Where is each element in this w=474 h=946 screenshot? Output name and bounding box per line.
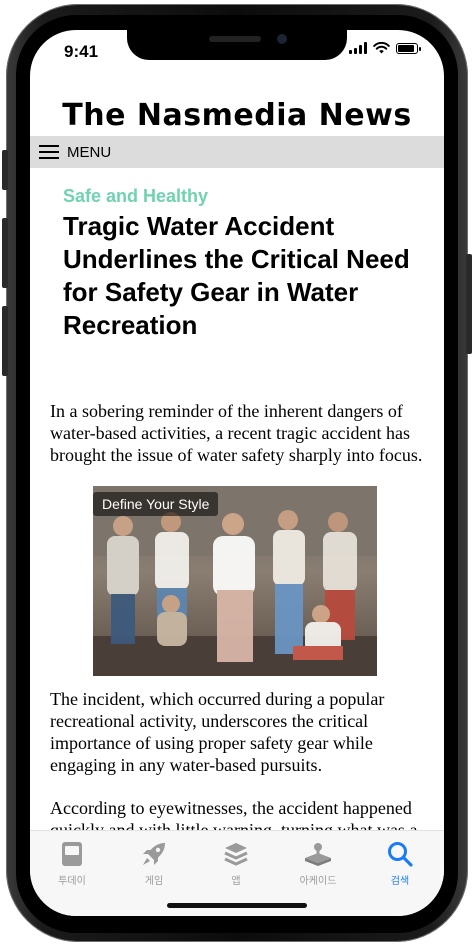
menu-label[interactable]: MENU <box>67 144 111 161</box>
article-paragraph: The incident, which occurred during a po… <box>50 689 385 775</box>
article-paragraph: In a sobering reminder of the inherent d… <box>50 401 423 465</box>
tab-games-label: 게임 <box>144 876 164 887</box>
article-headline: Tragic Water Accident Underlines the Cri… <box>63 211 410 340</box>
wifi-icon <box>373 42 390 54</box>
front-camera <box>277 34 287 44</box>
advertisement-banner[interactable]: Define Your Style <box>93 486 377 676</box>
today-icon <box>62 842 82 866</box>
volume-up-button <box>2 218 8 288</box>
article-paragraph: According to eyewitnesses, the accident … <box>50 798 418 830</box>
tab-today[interactable]: 투데이 <box>42 839 102 887</box>
search-icon <box>388 842 413 867</box>
tab-games[interactable]: 게임 <box>124 839 184 887</box>
silent-switch <box>2 150 8 190</box>
status-icons <box>349 42 421 54</box>
arcade-icon <box>305 843 331 866</box>
tab-apps[interactable]: 앱 <box>206 839 266 887</box>
volume-down-button <box>2 306 8 376</box>
phone-screen: 9:41 The Nasmedia News MENU Safe and Hea… <box>30 30 444 916</box>
battery-icon <box>396 42 421 54</box>
hamburger-icon[interactable] <box>39 145 59 159</box>
article-content[interactable]: Safe and Healthy Tragic Water Accident U… <box>30 168 444 830</box>
power-button <box>466 254 472 354</box>
tab-today-label: 투데이 <box>58 876 86 887</box>
notch <box>127 30 347 60</box>
tab-arcade-label: 아케이드 <box>299 876 337 887</box>
cellular-signal-icon <box>349 42 367 54</box>
stack-icon <box>224 843 248 866</box>
home-indicator[interactable] <box>167 903 307 908</box>
menu-bar[interactable]: MENU <box>30 136 444 168</box>
article-category[interactable]: Safe and Healthy <box>63 186 208 207</box>
status-time: 9:41 <box>64 42 99 61</box>
speaker-grille <box>209 36 261 42</box>
masthead-title: The Nasmedia News <box>62 98 412 133</box>
advertisement-label[interactable]: Define Your Style <box>93 492 219 516</box>
tab-search[interactable]: 검색 <box>370 839 430 887</box>
tab-apps-label: 앱 <box>231 876 241 887</box>
tab-search-label: 검색 <box>390 876 410 887</box>
rocket-icon <box>143 843 165 865</box>
tab-arcade[interactable]: 아케이드 <box>288 839 348 887</box>
